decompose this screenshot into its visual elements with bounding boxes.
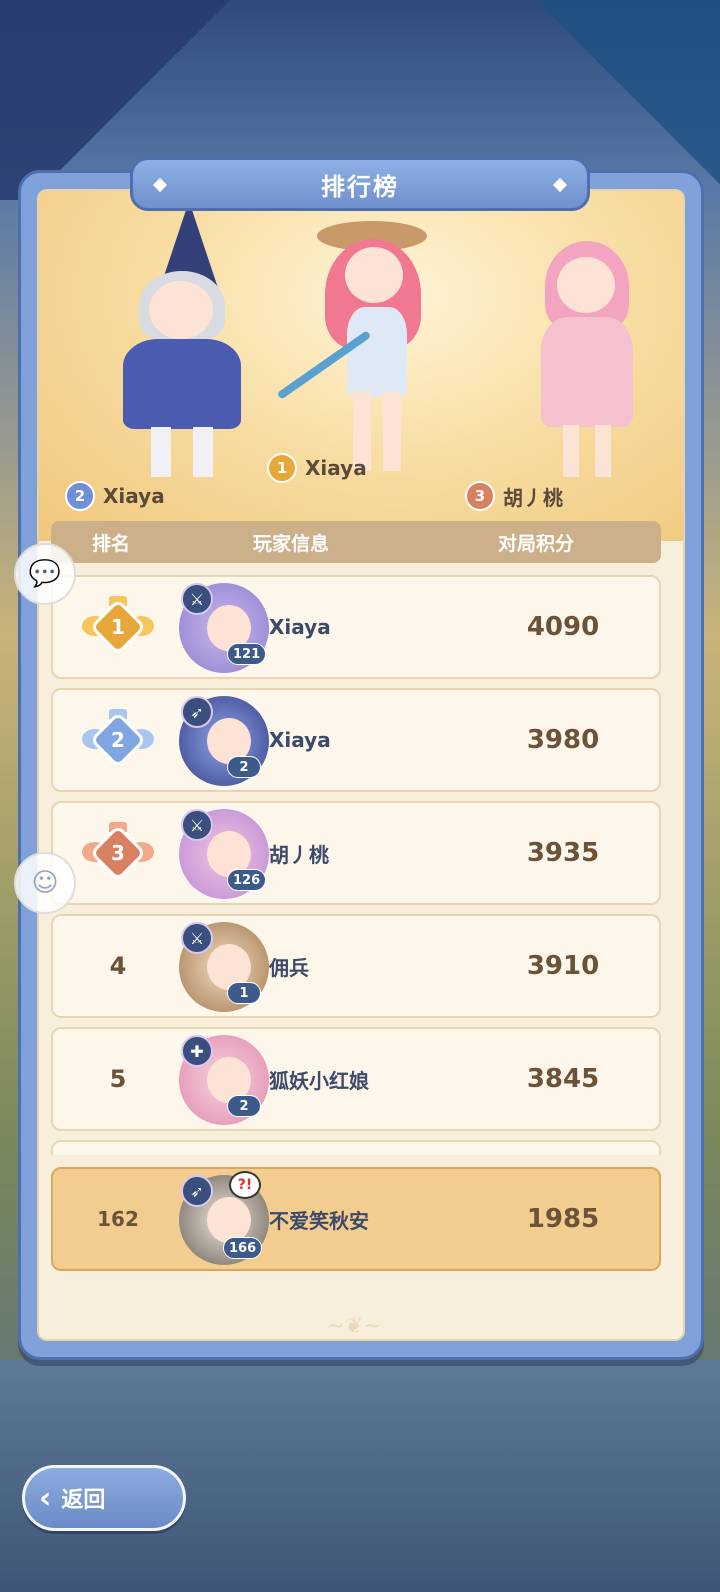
podium-label-2: 2 Xiaya: [65, 481, 165, 511]
player-name: 佣兵: [269, 955, 309, 980]
player-name: 狐妖小红娘: [269, 1068, 369, 1093]
player-score: 4090: [526, 612, 600, 642]
header-player: 玩家信息: [252, 532, 329, 555]
back-arrow-icon: ‹: [39, 1480, 52, 1516]
podium-name-2: Xiaya: [103, 484, 165, 508]
player-name: Xiaya: [269, 615, 331, 639]
table-row[interactable]: 1 ⚔ 121 Xiaya 4090: [51, 575, 661, 679]
leaderboard-panel: 2 Xiaya 1 Xiaya 3 胡丿桃 排名 玩家信息 对局积分 1 ⚔ 1…: [18, 170, 704, 1360]
level-badge: 2: [227, 1095, 261, 1117]
podium-name-3: 胡丿桃: [503, 485, 563, 510]
table-header: 排名 玩家信息 对局积分: [51, 521, 661, 563]
player-avatar[interactable]: ✚ 2: [179, 1035, 269, 1125]
diamond-icon: [152, 177, 168, 193]
podium-label-3: 3 胡丿桃: [465, 481, 563, 511]
player-score: 3980: [526, 725, 600, 755]
level-badge: 1: [227, 982, 261, 1004]
player-name: Xiaya: [269, 728, 331, 752]
player-score: 3910: [526, 951, 600, 981]
podium-area: 2 Xiaya 1 Xiaya 3 胡丿桃: [39, 191, 683, 541]
table-row[interactable]: 5 ✚ 2 狐妖小红娘 3845: [51, 1027, 661, 1131]
player-avatar[interactable]: ⚔ 126: [179, 809, 269, 899]
ornament-icon: ~❦~: [326, 1313, 382, 1339]
level-badge: 121: [227, 643, 267, 665]
podium-name-1: Xiaya: [305, 456, 367, 480]
player-name: 胡丿桃: [269, 842, 329, 867]
my-avatar[interactable]: ➶ ?! 166: [179, 1171, 269, 1265]
class-icon: ✚: [181, 1035, 213, 1067]
my-name: 不爱笑秋安: [269, 1208, 369, 1233]
class-icon: ⚔: [181, 922, 213, 954]
table-row[interactable]: [51, 1140, 661, 1155]
robot-icon[interactable]: ☺: [14, 852, 76, 914]
bronze-medal-icon: 3: [82, 822, 154, 882]
table-row[interactable]: 4 ⚔ 1 佣兵 3910: [51, 914, 661, 1018]
rank-number: 5: [109, 1065, 127, 1093]
leaderboard-title-tab: 排行榜: [130, 157, 590, 211]
podium-label-1: 1 Xiaya: [267, 453, 367, 483]
ranking-list[interactable]: 1 ⚔ 121 Xiaya 4090 2 ➶ 2 Xiaya 3980 3 ⚔ …: [51, 575, 661, 1155]
podium-character-3: [529, 241, 649, 491]
table-row[interactable]: 3 ⚔ 126 胡丿桃 3935: [51, 801, 661, 905]
silver-medal-icon: 2: [82, 709, 154, 769]
rank-2-medal-icon: 2: [65, 481, 95, 511]
player-avatar[interactable]: ⚔ 1: [179, 922, 269, 1012]
level-badge: 166: [223, 1237, 263, 1259]
chat-bubble-icon[interactable]: 💬: [14, 543, 76, 605]
header-rank: 排名: [91, 532, 130, 555]
diamond-icon: [552, 177, 568, 193]
player-avatar[interactable]: ⚔ 121: [179, 583, 269, 673]
rank-1-medal-icon: 1: [267, 453, 297, 483]
podium-character-1: [276, 211, 449, 481]
class-icon: ⚔: [181, 583, 213, 615]
player-score: 3845: [526, 1064, 600, 1094]
header-score: 对局积分: [497, 532, 574, 555]
emote-badge: ?!: [229, 1171, 261, 1199]
class-icon: ➶: [181, 696, 213, 728]
class-icon: ⚔: [181, 809, 213, 841]
level-badge: 126: [227, 869, 267, 891]
my-ranking-row[interactable]: 162 ➶ ?! 166 不爱笑秋安 1985: [51, 1167, 661, 1271]
class-icon: ➶: [181, 1175, 213, 1207]
my-score: 1985: [526, 1204, 600, 1234]
podium-character-2: [99, 201, 259, 491]
gold-medal-icon: 1: [82, 596, 154, 656]
leaderboard-panel-inner: 2 Xiaya 1 Xiaya 3 胡丿桃 排名 玩家信息 对局积分 1 ⚔ 1…: [37, 189, 685, 1341]
back-button[interactable]: ‹ 返回: [22, 1465, 186, 1531]
rank-number: 4: [109, 952, 127, 980]
page-title: 排行榜: [321, 172, 399, 201]
level-badge: 2: [227, 756, 261, 778]
player-score: 3935: [526, 838, 600, 868]
rank-3-medal-icon: 3: [465, 481, 495, 511]
my-rank-number: 162: [97, 1207, 139, 1231]
back-label: 返回: [61, 1488, 106, 1513]
player-avatar[interactable]: ➶ 2: [179, 696, 269, 786]
table-row[interactable]: 2 ➶ 2 Xiaya 3980: [51, 688, 661, 792]
